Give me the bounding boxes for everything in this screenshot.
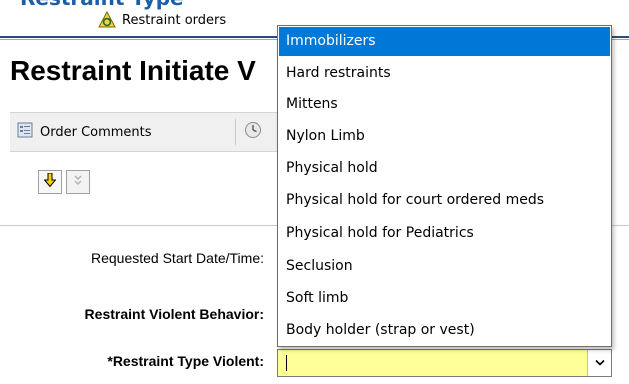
clock-icon	[244, 121, 262, 143]
dropdown-option-immobilizers[interactable]: Immobilizers	[279, 27, 610, 56]
previous-required-button[interactable]	[66, 170, 90, 194]
toolbar-separator	[235, 119, 236, 145]
double-chevron-down-icon	[72, 173, 84, 192]
navigation-arrows	[38, 170, 90, 194]
dropdown-option-soft-limb[interactable]: Soft limb	[279, 284, 610, 313]
requested-start-label: Requested Start Date/Time:	[90, 250, 264, 266]
text-caret	[286, 355, 287, 371]
dropdown-option-physical-hold-court[interactable]: Physical hold for court ordered meds	[279, 186, 610, 215]
restraint-type-combobox[interactable]	[277, 349, 612, 377]
dropdown-option-body-holder[interactable]: Body holder (strap or vest)	[279, 316, 610, 345]
chevron-down-icon	[594, 354, 605, 372]
next-required-button[interactable]	[38, 170, 62, 194]
restraint-type-dropdown-list[interactable]: Immobilizers Hard restraints Mittens Nyl…	[277, 25, 612, 347]
clock-button[interactable]	[244, 121, 262, 143]
dropdown-option-physical-hold-pediatrics[interactable]: Physical hold for Pediatrics	[279, 219, 610, 248]
dropdown-option-mittens[interactable]: Mittens	[279, 90, 610, 119]
restraint-orders-label: Restraint orders	[122, 12, 227, 28]
dropdown-option-nylon-limb[interactable]: Nylon Limb	[279, 122, 610, 151]
dropdown-toggle-button[interactable]	[587, 350, 611, 376]
form-title: Restraint Initiate V	[10, 55, 256, 86]
restraint-orders-row[interactable]: Restraint orders	[98, 8, 226, 32]
dropdown-option-physical-hold[interactable]: Physical hold	[279, 154, 610, 183]
violent-behavior-label: Restraint Violent Behavior:	[84, 306, 264, 322]
down-arrow-yellow-icon	[43, 172, 57, 192]
order-comments-button[interactable]: Order Comments	[16, 121, 152, 143]
order-comments-label: Order Comments	[40, 124, 152, 140]
dropdown-option-seclusion[interactable]: Seclusion	[279, 252, 610, 281]
restraint-type-label: *Restraint Type Violent:	[107, 353, 264, 369]
order-comments-icon	[16, 121, 34, 143]
refresh-badge-icon	[98, 10, 116, 29]
dropdown-option-hard-restraints[interactable]: Hard restraints	[279, 59, 610, 88]
